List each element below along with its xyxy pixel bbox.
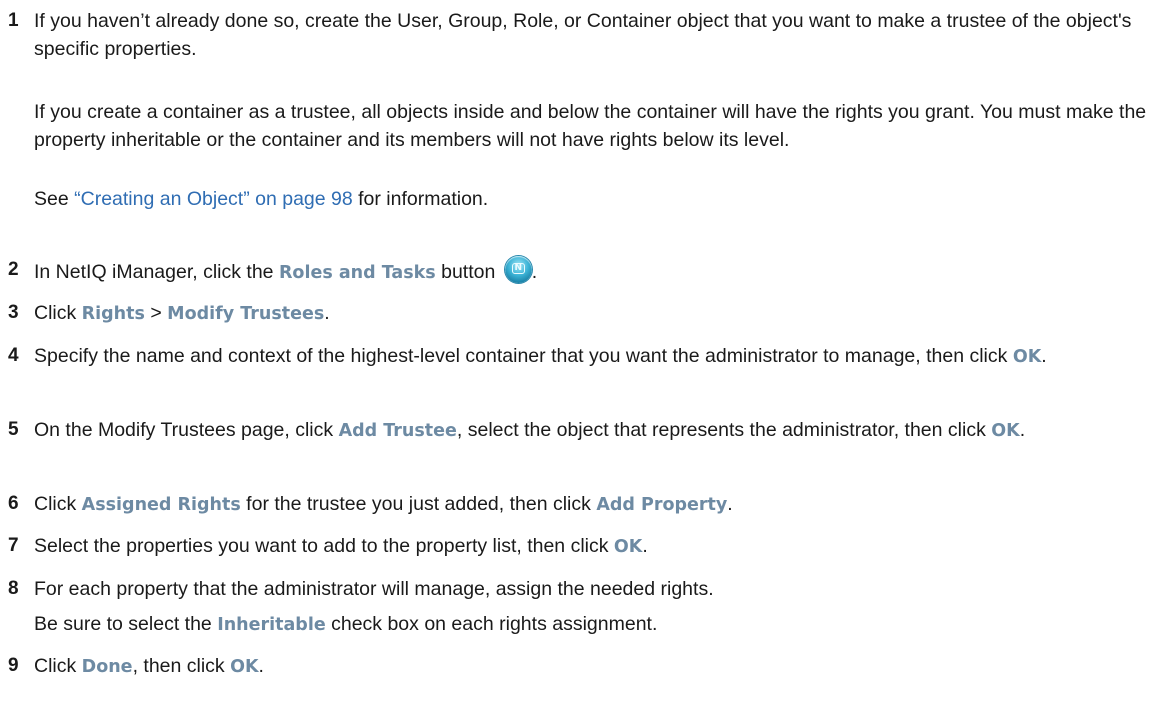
step-note-text: If you create a container as a trustee, … bbox=[34, 101, 1147, 151]
inheritable-label: Inheritable bbox=[217, 615, 326, 635]
step-number: 6 bbox=[8, 493, 19, 514]
modify-trustees-label: Modify Trustees bbox=[167, 304, 325, 324]
assigned-rights-label: Assigned Rights bbox=[81, 495, 241, 515]
step-text: Click Assigned Rights for the trustee yo… bbox=[34, 493, 733, 515]
ok-label: OK bbox=[1012, 347, 1042, 367]
step-number: 5 bbox=[8, 419, 19, 440]
step-number: 4 bbox=[8, 345, 19, 366]
rights-label: Rights bbox=[81, 304, 145, 324]
done-label: Done bbox=[81, 657, 133, 677]
add-trustee-label: Add Trustee bbox=[338, 421, 457, 441]
ok-label: OK bbox=[991, 421, 1020, 441]
step-number: 3 bbox=[8, 302, 19, 323]
step-text: Select the properties you want to add to… bbox=[34, 535, 648, 557]
roles-and-tasks-label: Roles and Tasks bbox=[278, 263, 436, 283]
step-number: 1 bbox=[8, 10, 19, 31]
step-text: In NetIQ iManager, click the Roles and T… bbox=[34, 256, 1164, 287]
step-text: Click Rights > Modify Trustees. bbox=[34, 302, 330, 324]
ok-label: OK bbox=[613, 537, 643, 557]
step-number: 7 bbox=[8, 535, 19, 556]
step-number: 9 bbox=[8, 655, 19, 676]
step-number: 2 bbox=[8, 259, 19, 280]
step-text: Specify the name and context of the high… bbox=[34, 345, 1047, 367]
step-text: On the Modify Trustees page, click Add T… bbox=[34, 419, 1026, 441]
step-number: 8 bbox=[8, 578, 19, 599]
step-text: If you haven’t already done so, create t… bbox=[34, 10, 1132, 60]
step-note-text: Be sure to select the Inheritable check … bbox=[34, 613, 658, 635]
step-text: For each property that the administrator… bbox=[34, 578, 714, 600]
creating-an-object-link[interactable]: “Creating an Object” on page 98 bbox=[74, 188, 353, 210]
step-text: Click Done, then click OK. bbox=[34, 655, 264, 677]
roles-and-tasks-icon[interactable]: N bbox=[504, 256, 532, 283]
ok-label: OK bbox=[230, 657, 259, 677]
add-property-label: Add Property bbox=[596, 495, 728, 515]
step-reference-text: See “Creating an Object” on page 98 for … bbox=[34, 188, 489, 210]
